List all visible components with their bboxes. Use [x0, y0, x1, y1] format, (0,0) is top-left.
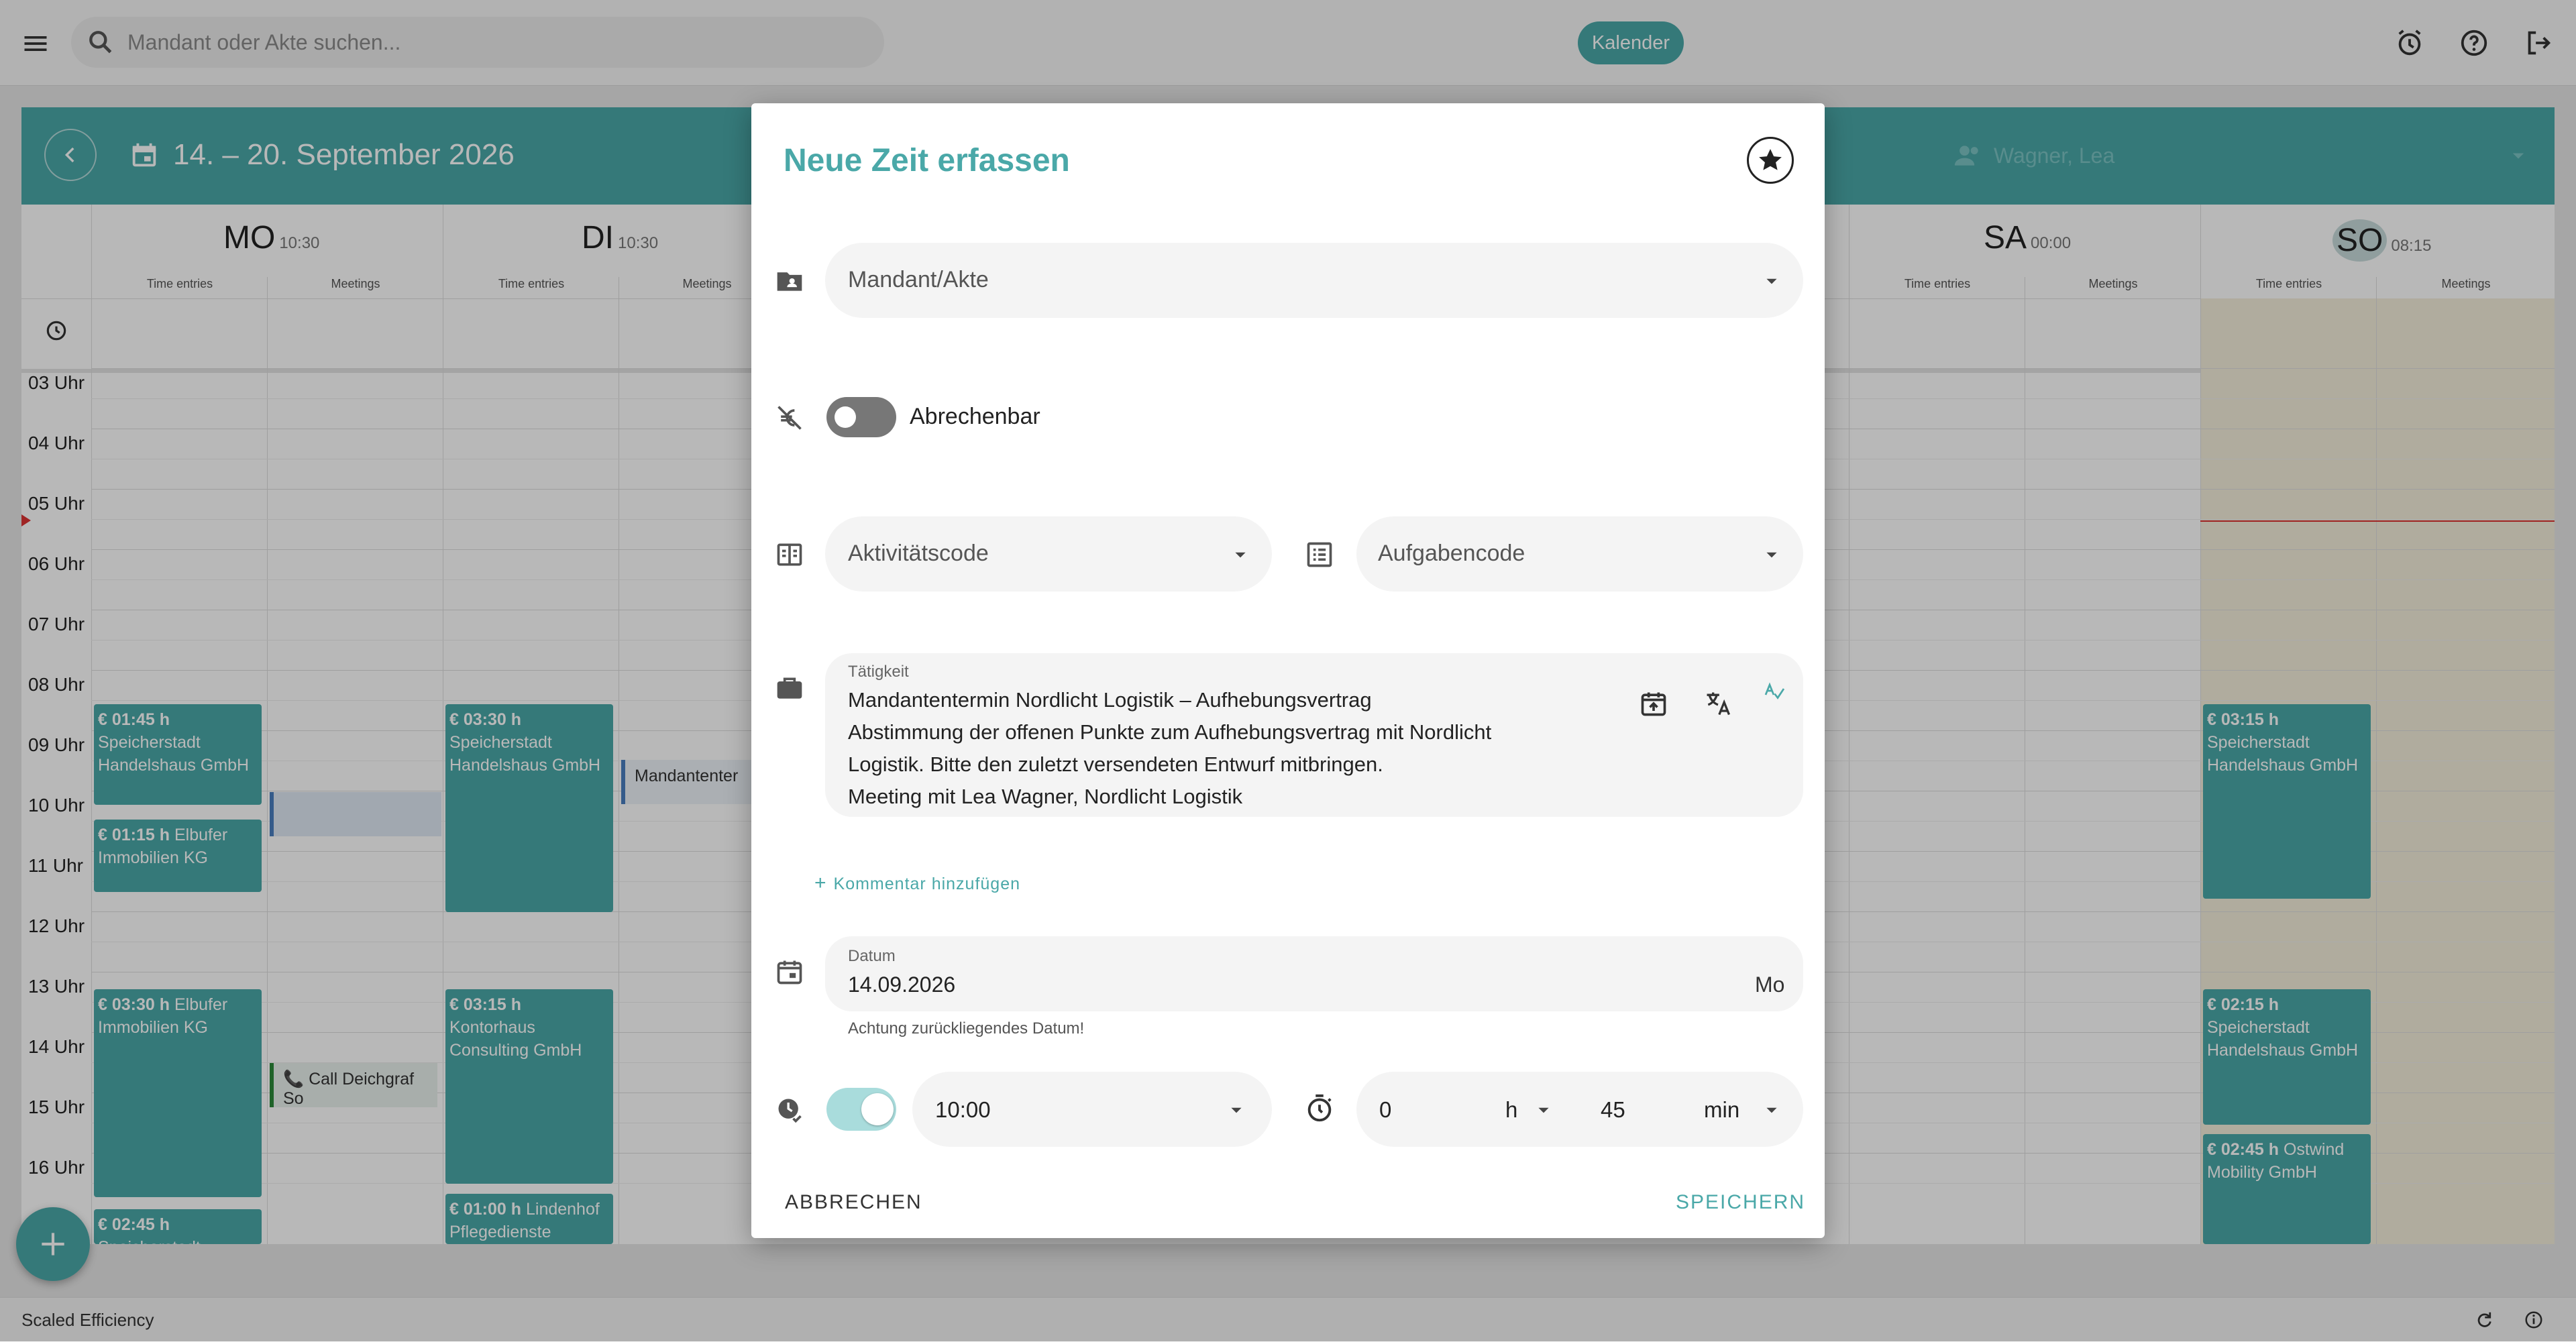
- cancel-button[interactable]: ABBRECHEN: [785, 1191, 922, 1214]
- clock-check-icon: [773, 1093, 806, 1127]
- folder-person-icon: [773, 264, 806, 298]
- calendar-import-icon[interactable]: [1637, 687, 1670, 720]
- task-code-label: Aufgabencode: [1378, 541, 1525, 566]
- add-comment-link[interactable]: + Kommentar hinzufügen: [814, 872, 1020, 895]
- activity-code-select[interactable]: Aktivitätscode: [825, 516, 1272, 592]
- translate-icon[interactable]: [1701, 687, 1735, 720]
- date-warning: Achtung zurückliegendes Datum!: [848, 1019, 1085, 1038]
- time-entry-dialog: Neue Zeit erfassen Mandant/Akte Abrechen…: [751, 103, 1825, 1238]
- activity-description-label: Tätigkeit: [848, 663, 909, 681]
- mandant-label: Mandant/Akte: [848, 267, 989, 292]
- date-label: Datum: [848, 947, 896, 965]
- chevron-down-icon: [1228, 1101, 1245, 1122]
- mandant-select[interactable]: Mandant/Akte: [825, 243, 1803, 318]
- save-button[interactable]: SPEICHERN: [1676, 1191, 1805, 1214]
- activity-description-text[interactable]: Mandantentermin Nordlicht Logistik – Auf…: [848, 684, 1599, 813]
- date-icon: [773, 955, 806, 989]
- plus-icon: +: [814, 872, 827, 894]
- chevron-down-icon: [1763, 272, 1780, 293]
- star-icon: [1759, 149, 1782, 170]
- activity-code-label: Aktivitätscode: [848, 541, 989, 566]
- chevron-down-icon: [1763, 1101, 1780, 1122]
- start-time-select[interactable]: 10:00: [912, 1072, 1272, 1147]
- activity-icon: [773, 538, 806, 571]
- no-billing-icon: [773, 401, 806, 435]
- start-time-value: 10:00: [935, 1097, 991, 1122]
- minutes-unit[interactable]: min: [1704, 1097, 1739, 1123]
- favorites-button[interactable]: [1747, 137, 1794, 184]
- chevron-down-icon: [1535, 1101, 1552, 1122]
- spellcheck-icon[interactable]: [1760, 677, 1787, 704]
- chevron-down-icon: [1232, 546, 1249, 567]
- duration-minutes[interactable]: 45: [1601, 1097, 1625, 1123]
- list-icon: [1303, 538, 1336, 571]
- task-code-select[interactable]: Aufgabencode: [1356, 516, 1803, 592]
- billable-label: Abrechenbar: [910, 404, 1040, 429]
- dialog-title: Neue Zeit erfassen: [784, 143, 1070, 178]
- date-weekday: Mo: [1755, 972, 1785, 997]
- briefcase-icon: [773, 672, 806, 706]
- billable-toggle[interactable]: [826, 397, 896, 437]
- start-time-toggle[interactable]: [826, 1088, 896, 1131]
- timer-icon: [1303, 1092, 1336, 1125]
- duration-hours[interactable]: 0: [1379, 1097, 1391, 1123]
- hours-unit[interactable]: h: [1505, 1097, 1517, 1123]
- date-value[interactable]: 14.09.2026: [848, 972, 955, 997]
- date-field[interactable]: Datum 14.09.2026 Mo: [825, 936, 1803, 1011]
- activity-description-field[interactable]: Tätigkeit Mandantentermin Nordlicht Logi…: [825, 653, 1803, 817]
- chevron-down-icon: [1763, 546, 1780, 567]
- duration-field[interactable]: 0 h 45 min: [1356, 1072, 1803, 1147]
